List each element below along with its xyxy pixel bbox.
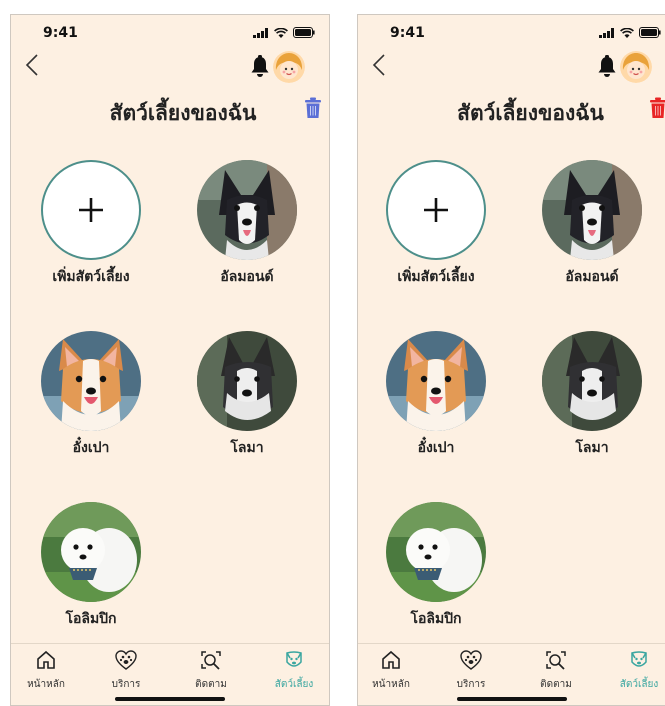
tab-pets-label: สัตว์เลี้ยง	[274, 679, 314, 690]
pet-card-loma[interactable]: โลมา	[177, 331, 317, 459]
tab-services[interactable]: บริการ	[91, 650, 161, 692]
plus-icon	[79, 198, 103, 222]
pet-photo-almond	[542, 160, 642, 260]
tab-home[interactable]: หน้าหลัก	[358, 650, 426, 692]
pet-photo-loma	[542, 331, 642, 431]
pet-photo-angpao	[386, 331, 486, 431]
tab-pets-label: สัตว์เลี้ยง	[619, 679, 659, 690]
pet-photo-angpao	[41, 331, 141, 431]
pet-card-angpao[interactable]: อั๋งเปา	[366, 331, 506, 459]
pet-photo-olympic	[41, 502, 141, 602]
home-icon	[382, 650, 400, 669]
pet-name-olympic: โอลิมปิก	[410, 611, 462, 627]
phone-screen-delete-mode: 9:41 สัตว์เลี้ยงของฉัน เพิ่มสัตว์เลี้ยง	[357, 14, 665, 706]
paw-heart-icon	[460, 650, 482, 670]
track-search-icon	[201, 651, 221, 670]
pet-card-angpao[interactable]: อั๋งเปา	[21, 331, 161, 459]
add-pet-button[interactable]: เพิ่มสัตว์เลี้ยง	[21, 160, 161, 288]
tab-home-label: หน้าหลัก	[27, 679, 65, 690]
pet-photo-loma	[197, 331, 297, 431]
pet-name-loma: โลมา	[230, 440, 264, 456]
pet-icon	[631, 651, 647, 667]
bottom-tab-bar: หน้าหลัก บริการ ติดตาม สัตว์เลี้ยง	[358, 643, 665, 705]
pet-grid: เพิ่มสัตว์เลี้ยง อัลมอนด์ อั๋งเปา โลมา โ	[358, 15, 665, 635]
corgi-husky-photo	[542, 160, 642, 260]
corgi-photo	[41, 331, 141, 431]
pet-name-loma: โลมา	[575, 440, 609, 456]
white-dog-photo	[386, 502, 486, 602]
pet-card-almond[interactable]: อัลมอนด์	[177, 160, 317, 288]
pet-photo-olympic	[386, 502, 486, 602]
tab-services-label: บริการ	[456, 679, 486, 690]
pet-card-loma[interactable]: โลมา	[522, 331, 662, 459]
pet-name-angpao: อั๋งเปา	[417, 440, 455, 456]
corgi-photo	[386, 331, 486, 431]
home-icon	[37, 650, 55, 669]
tab-pets[interactable]: สัตว์เลี้ยง	[604, 650, 665, 692]
pet-photo-almond	[197, 160, 297, 260]
add-pet-circle[interactable]	[386, 160, 486, 260]
home-indicator	[115, 697, 225, 701]
home-indicator	[456, 697, 567, 701]
track-search-icon	[546, 651, 566, 670]
tab-services-label: บริการ	[111, 679, 141, 690]
tab-tracking-label: ติดตาม	[540, 679, 572, 690]
pet-name-almond: อัลมอนด์	[220, 269, 274, 285]
tab-services[interactable]: บริการ	[436, 650, 506, 692]
husky-photo	[542, 331, 642, 431]
add-pet-button[interactable]: เพิ่มสัตว์เลี้ยง	[366, 160, 506, 288]
add-pet-circle[interactable]	[41, 160, 141, 260]
bottom-tab-bar: หน้าหลัก บริการ ติดตาม สัตว์เลี้ยง	[11, 643, 329, 705]
white-dog-photo	[41, 502, 141, 602]
tab-tracking[interactable]: ติดตาม	[521, 650, 591, 692]
corgi-husky-photo	[197, 160, 297, 260]
phone-screen-default: 9:41 สัตว์เลี้ยงของฉัน เพิ่มสัตว์เลี้ยง	[10, 14, 330, 706]
pet-card-olympic[interactable]: โอลิมปิก	[21, 502, 161, 630]
add-pet-label: เพิ่มสัตว์เลี้ยง	[52, 269, 130, 285]
tab-pets[interactable]: สัตว์เลี้ยง	[259, 650, 329, 692]
husky-photo	[197, 331, 297, 431]
paw-heart-icon	[115, 650, 137, 670]
pet-card-olympic[interactable]: โอลิมปิก	[366, 502, 506, 630]
pet-icon	[286, 651, 302, 667]
add-pet-label: เพิ่มสัตว์เลี้ยง	[397, 269, 475, 285]
pet-name-almond: อัลมอนด์	[565, 269, 619, 285]
pet-name-angpao: อั๋งเปา	[72, 440, 110, 456]
pet-card-almond[interactable]: อัลมอนด์	[522, 160, 662, 288]
tab-tracking-label: ติดตาม	[195, 679, 227, 690]
plus-icon	[424, 198, 448, 222]
tab-tracking[interactable]: ติดตาม	[176, 650, 246, 692]
pet-name-olympic: โอลิมปิก	[65, 611, 117, 627]
pet-grid: เพิ่มสัตว์เลี้ยง อัลมอนด์ อั๋งเปา โลมา โ	[11, 15, 329, 635]
tab-home-label: หน้าหลัก	[372, 679, 410, 690]
tab-home[interactable]: หน้าหลัก	[11, 650, 81, 692]
